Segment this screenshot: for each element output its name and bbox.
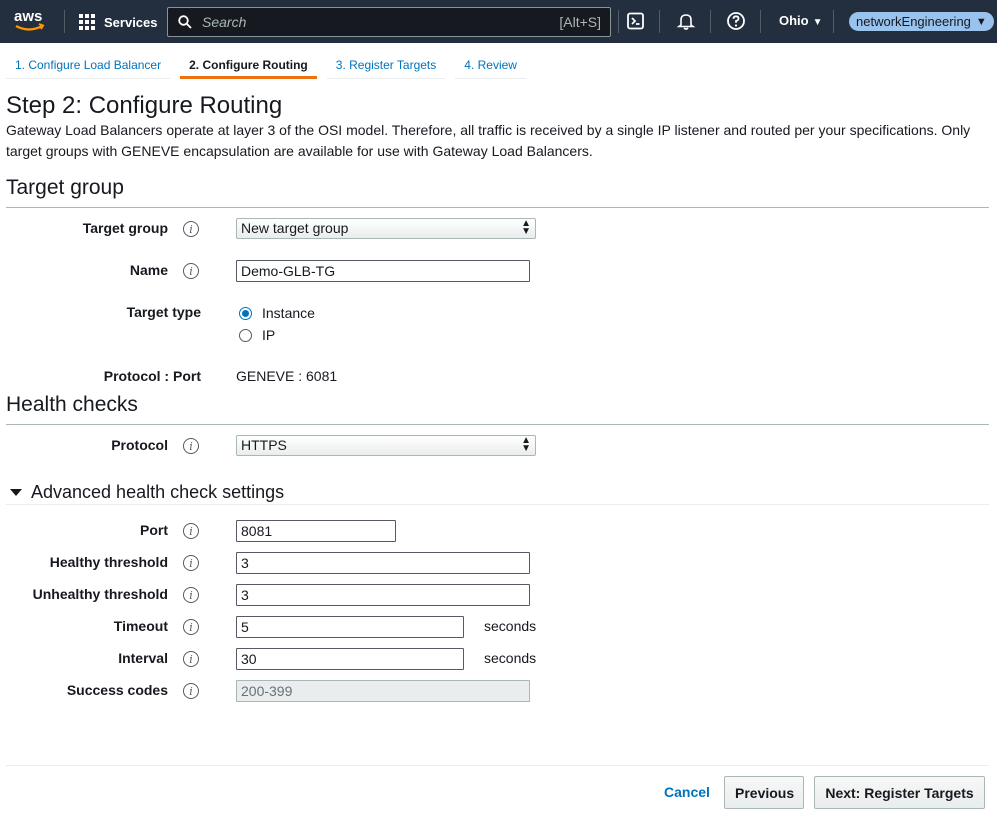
radio-label: Instance [262, 305, 315, 321]
footer-divider [6, 765, 989, 766]
target-group-section-title: Target group [6, 176, 124, 199]
timeout-unit: seconds [484, 618, 537, 634]
timeout-label: Timeout [113, 618, 168, 634]
page-description: Gateway Load Balancers operate at layer … [6, 122, 971, 159]
target-type-instance-radio[interactable]: Instance [239, 305, 315, 321]
radio-label: IP [262, 327, 276, 343]
region-label: Ohio [779, 13, 809, 28]
search-box[interactable]: [Alt+S] [167, 7, 611, 37]
aws-logo[interactable]: aws [12, 6, 48, 36]
bell-icon[interactable] [676, 11, 696, 31]
nav-divider [760, 10, 761, 33]
search-input[interactable] [200, 13, 540, 31]
timeout-input[interactable] [236, 616, 464, 638]
search-shortcut-hint: [Alt+S] [559, 14, 601, 30]
tab-configure-routing[interactable]: 2. Configure Routing [180, 51, 317, 79]
info-icon[interactable]: i [183, 438, 199, 454]
nav-divider [64, 10, 65, 33]
info-icon[interactable]: i [183, 523, 199, 539]
info-icon[interactable]: i [183, 221, 199, 237]
aws-smile-icon [15, 23, 45, 31]
interval-input[interactable] [236, 648, 464, 670]
info-icon[interactable]: i [183, 263, 199, 279]
name-input[interactable] [236, 260, 530, 282]
target-group-label: Target group [82, 220, 168, 236]
select-arrows-icon: ▲ ▼ [521, 218, 531, 237]
target-group-select-value: New target group [241, 220, 349, 236]
protocol-select[interactable]: HTTPS ▲ ▼ [236, 435, 536, 456]
wizard-steps: 1. Configure Load Balancer 2. Configure … [6, 51, 536, 79]
tab-register-targets[interactable]: 3. Register Targets [326, 51, 446, 79]
target-type-label: Target type [126, 304, 201, 320]
radio-button-checked[interactable] [239, 306, 252, 320]
target-type-ip-radio[interactable]: IP [239, 327, 275, 343]
help-icon[interactable] [726, 11, 746, 31]
protocol-port-label: Protocol : Port [103, 368, 201, 384]
info-icon[interactable]: i [183, 651, 199, 667]
success-codes-label: Success codes [66, 682, 168, 698]
target-group-select[interactable]: New target group ▲ ▼ [236, 218, 536, 239]
interval-unit: seconds [484, 650, 537, 666]
info-icon[interactable]: i [183, 587, 199, 603]
previous-button[interactable]: Previous [724, 776, 804, 809]
port-label: Port [140, 522, 168, 538]
healthy-threshold-input[interactable] [236, 552, 530, 574]
protocol-label: Protocol [111, 437, 168, 453]
caret-down-icon: ▼ [975, 15, 987, 28]
healthy-threshold-label: Healthy threshold [49, 554, 168, 570]
account-label: networkEngineering [856, 14, 971, 29]
unhealthy-threshold-label: Unhealthy threshold [32, 586, 168, 602]
page-title: Step 2: Configure Routing [6, 92, 283, 119]
select-arrows-icon: ▲ ▼ [521, 435, 531, 454]
protocol-port-value: GENEVE : 6081 [236, 368, 338, 384]
caret-down-icon [10, 489, 22, 496]
services-label: Services [104, 14, 158, 30]
next-register-targets-button[interactable]: Next: Register Targets [814, 776, 985, 809]
section-divider [6, 424, 989, 425]
nav-divider [710, 10, 711, 33]
info-icon[interactable]: i [183, 619, 199, 635]
tab-configure-load-balancer[interactable]: 1. Configure Load Balancer [6, 51, 171, 79]
nav-divider [833, 10, 834, 33]
account-menu-button[interactable]: networkEngineering ▼ [849, 12, 994, 31]
advanced-settings-title: Advanced health check settings [31, 482, 285, 502]
advanced-settings-toggle[interactable]: Advanced health check settings [10, 482, 284, 503]
protocol-select-value: HTTPS [241, 437, 287, 453]
port-input[interactable] [236, 520, 396, 542]
health-checks-section-title: Health checks [6, 393, 138, 416]
info-icon[interactable]: i [183, 555, 199, 571]
region-selector[interactable]: Ohio ▼ [779, 13, 823, 28]
top-navigation-bar: aws Services [Alt+S] Ohio▼ [0, 0, 997, 43]
section-divider [6, 207, 989, 208]
search-icon [178, 15, 192, 29]
tab-review[interactable]: 4. Review [455, 51, 526, 79]
grid-icon [79, 13, 96, 31]
interval-label: Interval [118, 650, 168, 666]
section-divider [6, 504, 989, 505]
cancel-button[interactable]: Cancel [664, 784, 710, 800]
success-codes-input [236, 680, 530, 702]
cloudshell-icon[interactable] [626, 11, 646, 31]
caret-down-icon: ▼ [812, 17, 823, 28]
info-icon[interactable]: i [183, 683, 199, 699]
unhealthy-threshold-input[interactable] [236, 584, 530, 606]
name-label: Name [129, 262, 168, 278]
nav-divider [618, 10, 619, 33]
radio-button-unchecked[interactable] [239, 328, 252, 342]
nav-divider [659, 10, 660, 33]
services-menu-button[interactable]: Services [79, 11, 158, 33]
